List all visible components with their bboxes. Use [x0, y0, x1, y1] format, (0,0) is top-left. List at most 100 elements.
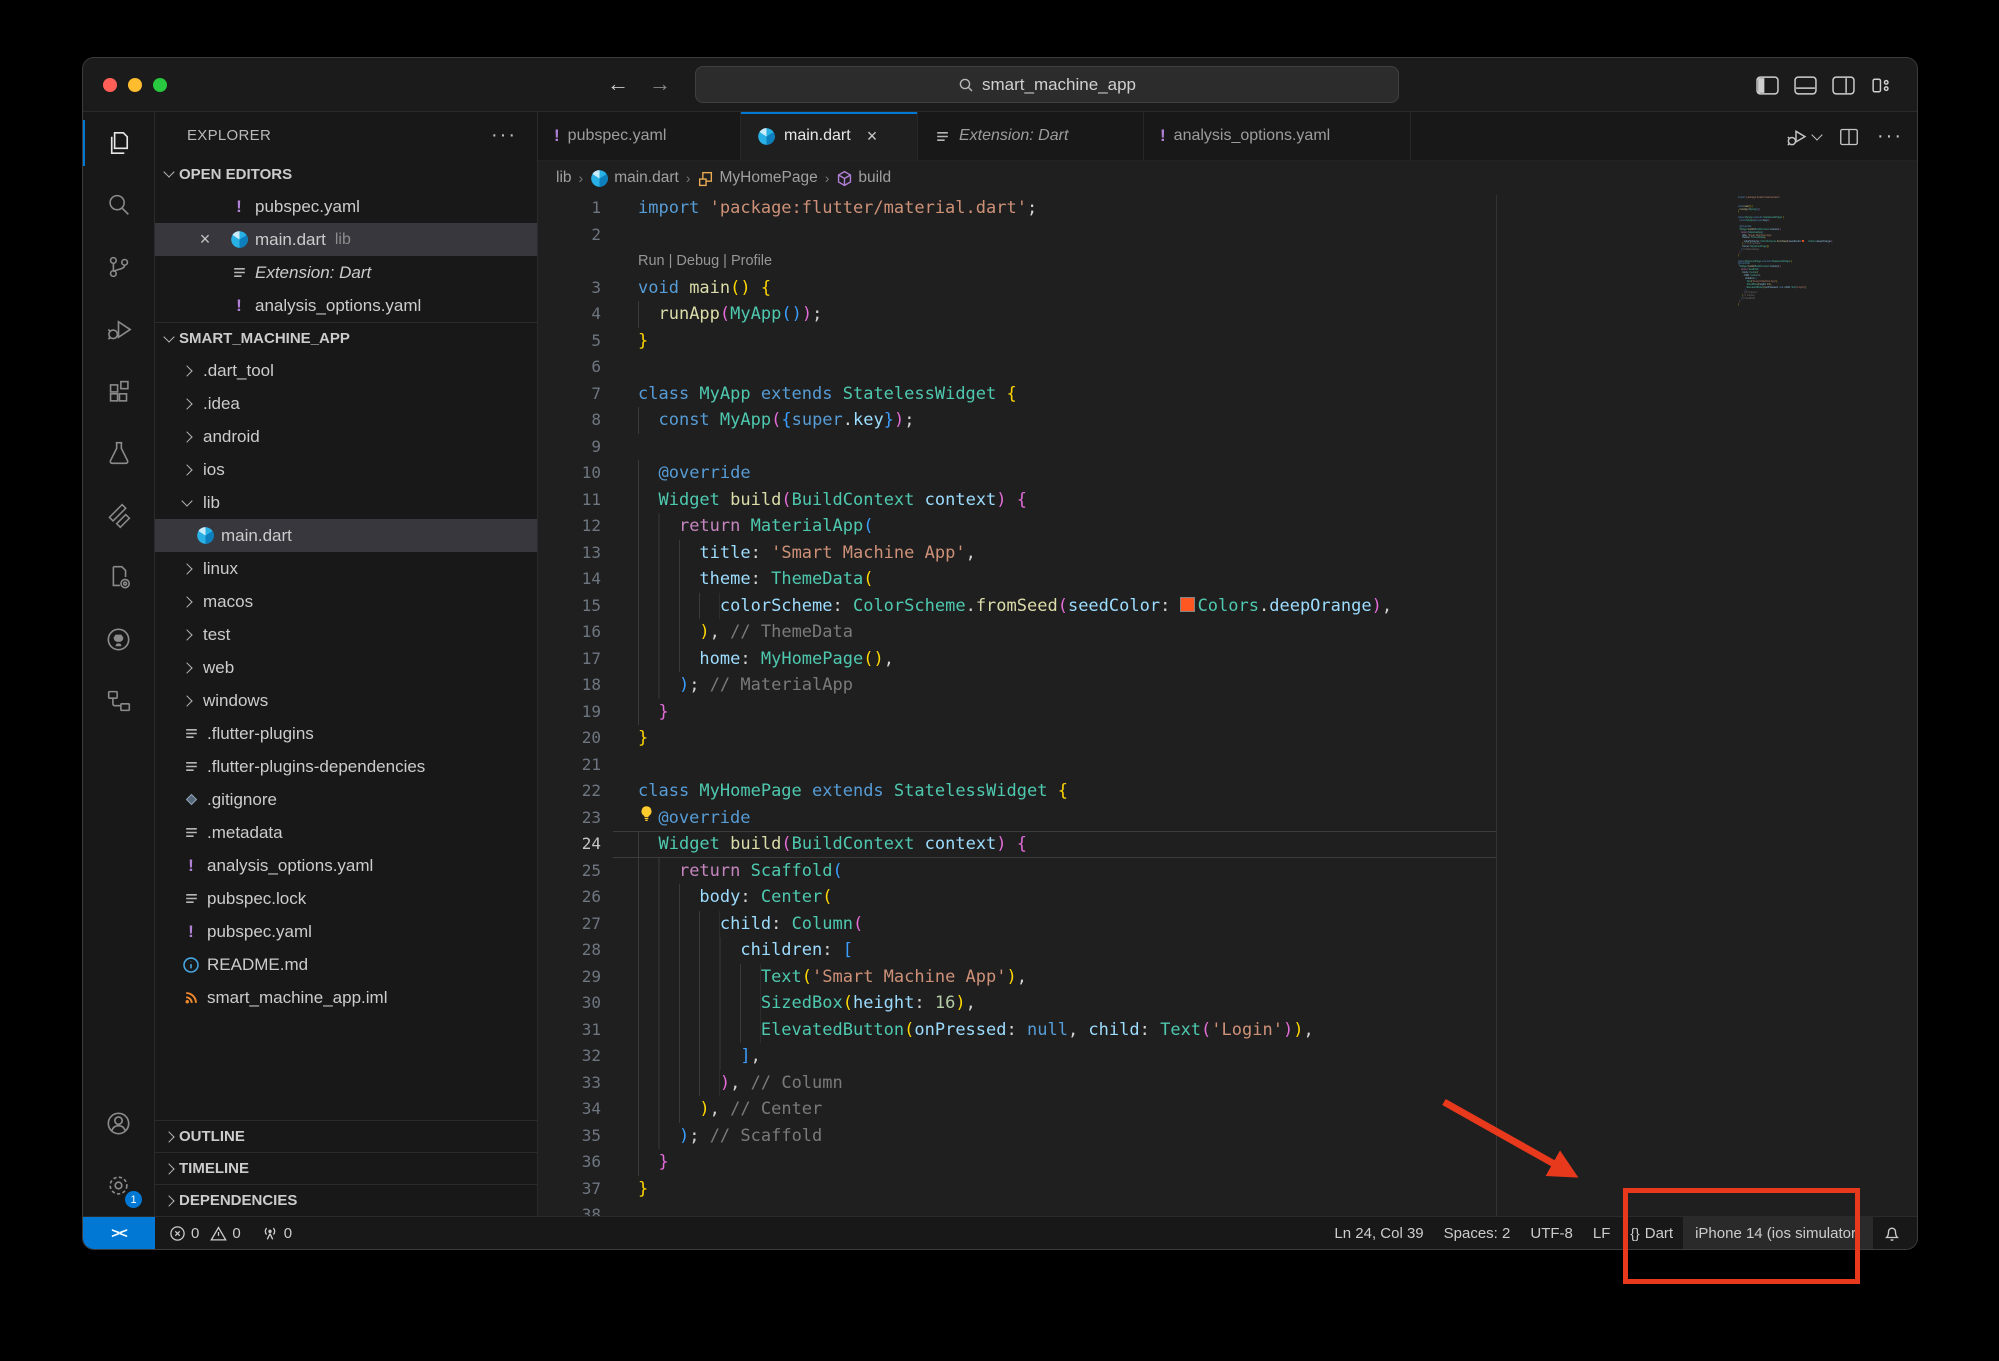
activity-references[interactable] — [83, 670, 154, 732]
tree-item-macos[interactable]: macos — [155, 585, 537, 618]
code-line-7[interactable]: 7class MyApp extends StatelessWidget { — [538, 381, 1917, 408]
code-line-35[interactable]: 35 ); // Scaffold — [538, 1123, 1917, 1150]
activity-account[interactable] — [83, 1092, 154, 1154]
code-line-33[interactable]: 33 ), // Column — [538, 1070, 1917, 1097]
code-line-2[interactable]: 2 — [538, 222, 1917, 249]
toggle-secondary-sidebar-icon[interactable] — [1832, 76, 1855, 95]
activity-settings[interactable]: 1 — [83, 1154, 154, 1216]
open-editor-main-dart[interactable]: ×main.dartlib — [155, 223, 537, 256]
split-editor-icon[interactable] — [1837, 125, 1861, 149]
close-tab-icon[interactable]: × — [867, 126, 878, 147]
more-actions-icon[interactable]: ··· — [1877, 125, 1903, 148]
tree-item-readme-md[interactable]: README.md — [155, 948, 537, 981]
code-line-25[interactable]: 25 return Scaffold( — [538, 858, 1917, 885]
problems-indicator[interactable]: 0 0 — [155, 1217, 251, 1249]
tree-item-web[interactable]: web — [155, 651, 537, 684]
navigate-back-button[interactable]: ← — [607, 58, 629, 112]
open-editors-section-header[interactable]: OPEN EDITORS — [155, 158, 537, 190]
code-line-23[interactable]: 23@override — [538, 805, 1917, 832]
code-line-14[interactable]: 14 theme: ThemeData( — [538, 566, 1917, 593]
code-line-16[interactable]: 16 ), // ThemeData — [538, 619, 1917, 646]
explorer-more-actions-icon[interactable]: ··· — [491, 124, 517, 147]
breadcrumb-build[interactable]: build — [836, 169, 891, 187]
code-line-6[interactable]: 6 — [538, 354, 1917, 381]
tree-item-gitignore[interactable]: .gitignore — [155, 783, 537, 816]
code-line-3[interactable]: 3void main() { — [538, 275, 1917, 302]
customize-layout-icon[interactable] — [1870, 76, 1893, 95]
code-line-26[interactable]: 26 body: Center( — [538, 884, 1917, 911]
open-editor-analysis-options-yaml[interactable]: !analysis_options.yaml — [155, 289, 537, 322]
tree-item-pubspec-lock[interactable]: pubspec.lock — [155, 882, 537, 915]
code-line-10[interactable]: 10 @override — [538, 460, 1917, 487]
activity-run-debug[interactable] — [83, 298, 154, 360]
open-editor-pubspec-yaml[interactable]: !pubspec.yaml — [155, 190, 537, 223]
codelens-row[interactable]: Run | Debug | Profile — [538, 248, 1917, 275]
code-line-12[interactable]: 12 return MaterialApp( — [538, 513, 1917, 540]
tree-item-flutter-plugins[interactable]: .flutter-plugins — [155, 717, 537, 750]
tree-item-flutter-plugins-dependencies[interactable]: .flutter-plugins-dependencies — [155, 750, 537, 783]
code-line-15[interactable]: 15 colorScheme: ColorScheme.fromSeed(see… — [538, 593, 1917, 620]
code-line-8[interactable]: 8 const MyApp({super.key}); — [538, 407, 1917, 434]
project-section-header[interactable]: SMART_MACHINE_APP — [155, 322, 537, 354]
notifications-bell[interactable] — [1873, 1217, 1917, 1249]
close-editor-icon[interactable]: × — [195, 229, 215, 250]
activity-source-control[interactable] — [83, 236, 154, 298]
toggle-primary-sidebar-icon[interactable] — [1756, 76, 1779, 95]
code-line-21[interactable]: 21 — [538, 752, 1917, 779]
tab-analysis-options-yaml[interactable]: !analysis_options.yaml — [1144, 112, 1411, 160]
code-line-28[interactable]: 28 children: [ — [538, 937, 1917, 964]
run-debug-dropdown-icon[interactable] — [1783, 124, 1821, 150]
code-line-13[interactable]: 13 title: 'Smart Machine App', — [538, 540, 1917, 567]
tree-item-linux[interactable]: linux — [155, 552, 537, 585]
tree-item-ios[interactable]: ios — [155, 453, 537, 486]
code-line-27[interactable]: 27 child: Column( — [538, 911, 1917, 938]
code-line-24[interactable]: 24 Widget build(BuildContext context) { — [538, 831, 1917, 858]
remote-indicator[interactable]: >< — [83, 1217, 155, 1249]
breadcrumb-main-dart[interactable]: main.dart — [590, 169, 679, 188]
tab-main-dart[interactable]: main.dart× — [741, 112, 918, 160]
activity-github[interactable] — [83, 608, 154, 670]
close-window-button[interactable] — [103, 78, 117, 92]
open-editor-extension-dart[interactable]: Extension: Dart — [155, 256, 537, 289]
section-timeline[interactable]: TIMELINE — [155, 1152, 537, 1184]
command-center-search[interactable]: smart_machine_app — [695, 66, 1399, 103]
breadcrumb-myhomepage[interactable]: MyHomePage — [697, 169, 817, 187]
tree-item-dart-tool[interactable]: .dart_tool — [155, 354, 537, 387]
activity-flutter[interactable] — [83, 484, 154, 546]
indentation-setting[interactable]: Spaces: 2 — [1434, 1217, 1521, 1249]
encoding-setting[interactable]: UTF-8 — [1520, 1217, 1583, 1249]
maximize-window-button[interactable] — [153, 78, 167, 92]
tree-item-pubspec-yaml[interactable]: !pubspec.yaml — [155, 915, 537, 948]
breadcrumb-lib[interactable]: lib — [556, 169, 572, 187]
minimap[interactable]: import 'package:flutter/material.dart';v… — [1738, 197, 1878, 310]
code-line-22[interactable]: 22class MyHomePage extends StatelessWidg… — [538, 778, 1917, 805]
code-line-31[interactable]: 31 ElevatedButton(onPressed: null, child… — [538, 1017, 1917, 1044]
code-editor[interactable]: 1import 'package:flutter/material.dart';… — [538, 195, 1917, 1216]
tree-item-smart-machine-app-iml[interactable]: smart_machine_app.iml — [155, 981, 537, 1014]
minimize-window-button[interactable] — [128, 78, 142, 92]
tree-item-analysis-options-yaml[interactable]: !analysis_options.yaml — [155, 849, 537, 882]
code-line-19[interactable]: 19 } — [538, 699, 1917, 726]
tree-item-idea[interactable]: .idea — [155, 387, 537, 420]
code-line-9[interactable]: 9 — [538, 434, 1917, 461]
code-line-4[interactable]: 4 runApp(MyApp()); — [538, 301, 1917, 328]
code-line-1[interactable]: 1import 'package:flutter/material.dart'; — [538, 195, 1917, 222]
code-line-17[interactable]: 17 home: MyHomePage(), — [538, 646, 1917, 673]
activity-search[interactable] — [83, 174, 154, 236]
code-line-29[interactable]: 29 Text('Smart Machine App'), — [538, 964, 1917, 991]
ports-indicator[interactable]: 0 — [251, 1217, 302, 1249]
code-line-20[interactable]: 20} — [538, 725, 1917, 752]
section-dependencies[interactable]: DEPENDENCIES — [155, 1184, 537, 1216]
activity-explorer[interactable] — [83, 112, 154, 174]
lightbulb-icon[interactable] — [638, 805, 658, 822]
cursor-position[interactable]: Ln 24, Col 39 — [1324, 1217, 1433, 1249]
toggle-panel-icon[interactable] — [1794, 76, 1817, 95]
tab-pubspec-yaml[interactable]: !pubspec.yaml — [538, 112, 741, 160]
eol-setting[interactable]: LF — [1583, 1217, 1621, 1249]
activity-extensions[interactable] — [83, 360, 154, 422]
activity-testing[interactable] — [83, 422, 154, 484]
code-line-30[interactable]: 30 SizedBox(height: 16), — [538, 990, 1917, 1017]
code-line-32[interactable]: 32 ], — [538, 1043, 1917, 1070]
tree-item-android[interactable]: android — [155, 420, 537, 453]
activity-project-file-gear[interactable] — [83, 546, 154, 608]
